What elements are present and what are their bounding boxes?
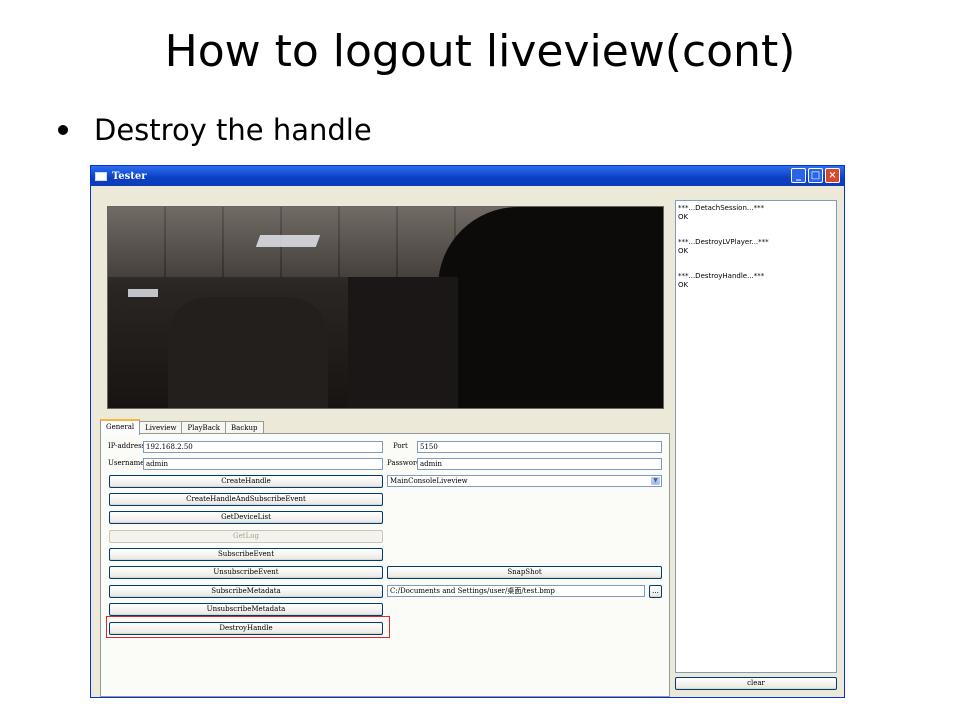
get-log-button: GetLog bbox=[109, 530, 383, 543]
liveview-mode-value: MainConsoleLiveview bbox=[390, 477, 468, 485]
chair-shape bbox=[168, 297, 328, 408]
unsubscribe-metadata-button[interactable]: UnsubscribeMetadata bbox=[109, 603, 383, 616]
ip-label: IP-address bbox=[108, 442, 146, 450]
create-handle-button[interactable]: CreateHandle bbox=[109, 475, 383, 488]
minimize-button[interactable]: _ bbox=[791, 168, 806, 183]
username-label: Username bbox=[108, 459, 145, 467]
bullet-item: Destroy the handle bbox=[58, 110, 372, 150]
subscribe-metadata-button[interactable]: SubscribeMetadata bbox=[109, 585, 383, 598]
app-icon bbox=[95, 171, 107, 181]
log-line: OK bbox=[678, 247, 689, 255]
chevron-down-icon[interactable]: ▼ bbox=[651, 477, 660, 485]
port-label: Port bbox=[393, 442, 408, 450]
tab-general[interactable]: General bbox=[100, 419, 141, 435]
slide-title: How to logout liveview(cont) bbox=[164, 26, 796, 77]
subscribe-event-button[interactable]: SubscribeEvent bbox=[109, 548, 383, 561]
ceiling-light bbox=[128, 289, 158, 297]
log-output[interactable]: ***...DetachSession...*** OK ***...Destr… bbox=[675, 200, 837, 673]
log-line: OK bbox=[678, 213, 689, 221]
liveview-video bbox=[107, 206, 664, 409]
bullet-text: Destroy the handle bbox=[94, 113, 372, 147]
get-device-list-button[interactable]: GetDeviceList bbox=[109, 511, 383, 524]
browse-button[interactable]: ... bbox=[649, 585, 662, 598]
ceiling-light bbox=[255, 235, 321, 247]
create-handle-subscribe-button[interactable]: CreateHandleAndSubscribeEvent bbox=[109, 493, 383, 506]
password-label: Password bbox=[387, 459, 421, 467]
ip-address-input[interactable]: 192.168.2.50 bbox=[143, 441, 383, 453]
window-titlebar[interactable]: Tester _ □ × bbox=[91, 166, 844, 186]
log-line: OK bbox=[678, 281, 689, 289]
log-line: ***...DestroyHandle...*** bbox=[678, 272, 765, 280]
maximize-button[interactable]: □ bbox=[808, 168, 823, 183]
destroy-handle-highlight bbox=[106, 616, 390, 638]
username-input[interactable]: admin bbox=[143, 458, 383, 470]
unsubscribe-event-button[interactable]: UnsubscribeEvent bbox=[109, 566, 383, 579]
port-input[interactable]: 5150 bbox=[417, 441, 662, 453]
monitor-shape bbox=[348, 277, 458, 408]
clear-button[interactable]: clear bbox=[675, 677, 837, 690]
log-line: ***...DestroyLVPlayer...*** bbox=[678, 238, 769, 246]
window-title: Tester bbox=[112, 170, 147, 182]
snapshot-path-input[interactable]: C:/Documents and Settings/user/桌面/test.b… bbox=[387, 585, 645, 597]
window-controls: _ □ × bbox=[791, 168, 840, 183]
dark-foreground bbox=[438, 207, 663, 408]
log-line: ***...DetachSession...*** bbox=[678, 204, 765, 212]
general-panel: IP-address 192.168.2.50 Port 5150 Userna… bbox=[100, 433, 670, 697]
password-input[interactable]: admin bbox=[417, 458, 662, 470]
snapshot-button[interactable]: SnapShot bbox=[387, 566, 662, 579]
tester-window: Tester _ □ × ***...DetachSession...*** O… bbox=[90, 165, 845, 698]
close-button[interactable]: × bbox=[825, 168, 840, 183]
bullet-dot-icon bbox=[58, 125, 68, 135]
liveview-mode-select[interactable]: MainConsoleLiveview ▼ bbox=[387, 475, 662, 487]
